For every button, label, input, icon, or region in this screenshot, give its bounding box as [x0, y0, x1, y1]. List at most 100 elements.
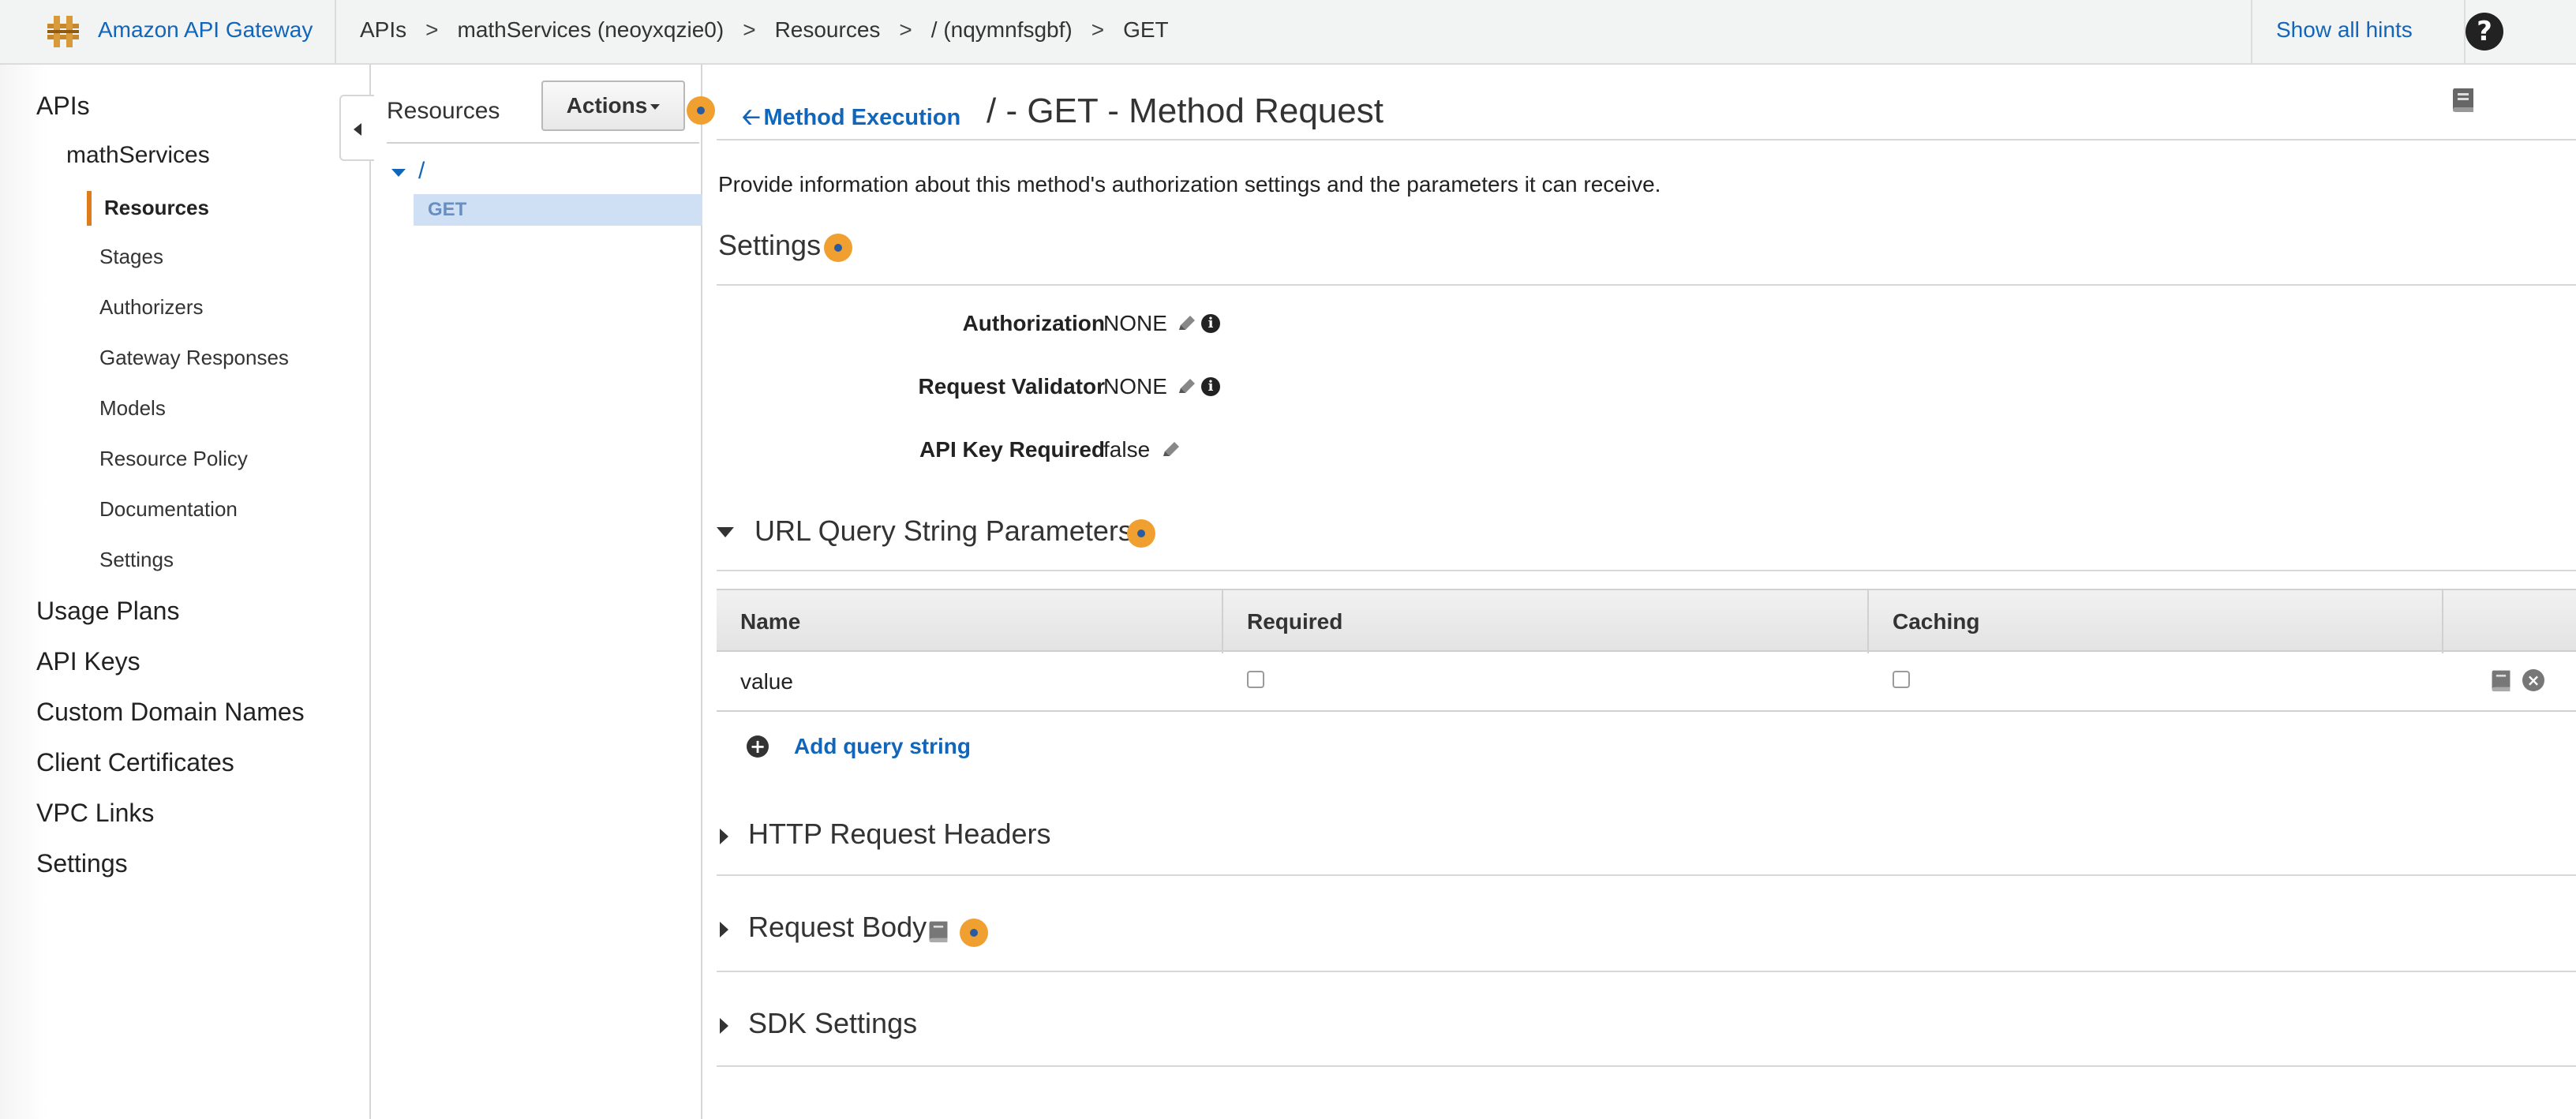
- query-params-hint-icon[interactable]: [1127, 519, 1155, 548]
- authorization-info-icon[interactable]: i: [1201, 314, 1220, 333]
- edit-api-key-pencil-icon[interactable]: [1160, 440, 1181, 461]
- expand-down-icon[interactable]: [391, 169, 406, 177]
- method-execution-label: Method Execution: [763, 105, 961, 130]
- brand-link[interactable]: Amazon API Gateway: [98, 17, 313, 43]
- help-icon[interactable]: ?: [2466, 13, 2503, 51]
- request-body-heading[interactable]: Request Body: [748, 911, 927, 944]
- resources-title: Resources: [387, 98, 500, 124]
- sdk-divider: [717, 1065, 2576, 1067]
- nav-resource-policy[interactable]: Resource Policy: [99, 447, 248, 471]
- edit-authorization-pencil-icon[interactable]: [1176, 314, 1196, 335]
- validator-info-icon[interactable]: i: [1201, 377, 1220, 396]
- column-header-label: Caching: [1893, 609, 1980, 634]
- expand-sdk-settings-icon[interactable]: [720, 1018, 728, 1034]
- nav-settings[interactable]: Settings: [36, 849, 128, 878]
- headers-divider: [717, 874, 2576, 876]
- nav-stages[interactable]: Stages: [99, 245, 163, 269]
- documentation-book-icon[interactable]: [2450, 85, 2477, 114]
- nav-gateway-responses[interactable]: Gateway Responses: [99, 346, 289, 370]
- settings-divider: [717, 284, 2576, 286]
- settings-heading: Settings: [718, 229, 822, 261]
- column-header-required: Required: [1223, 590, 1869, 653]
- request-validator-label: Request Validator: [918, 374, 1105, 399]
- breadcrumb-resource[interactable]: / (nqymnfsgbf): [931, 17, 1073, 43]
- nav-api-mathservices[interactable]: mathServices: [66, 142, 210, 169]
- query-params-divider: [717, 570, 2576, 571]
- main-content: 🡠 Method Execution / - GET - Method Reque…: [702, 65, 2576, 1119]
- breadcrumb-api[interactable]: mathServices (neoyxqzie0): [458, 17, 724, 43]
- page-title: / - GET - Method Request: [987, 92, 1383, 130]
- settings-hint-icon[interactable]: [824, 234, 852, 262]
- breadcrumb-separator: >: [1091, 17, 1105, 42]
- nav-apis[interactable]: APIs: [36, 92, 90, 121]
- body-divider: [717, 971, 2576, 972]
- column-header-name: Name: [717, 590, 1223, 653]
- nav-usage-plans[interactable]: Usage Plans: [36, 597, 179, 626]
- api-key-required-value: false: [1103, 437, 1151, 462]
- param-name: value: [740, 669, 793, 694]
- api-gateway-logo-icon: [47, 16, 79, 47]
- nav-resources[interactable]: Resources: [104, 196, 209, 220]
- brand-area[interactable]: Amazon API Gateway: [0, 0, 336, 63]
- breadcrumb: APIs > mathServices (neoyxqzie0) > Resources…: [360, 17, 1169, 43]
- breadcrumb-resources[interactable]: Resources: [775, 17, 881, 43]
- add-query-string-plus-icon[interactable]: +: [747, 735, 769, 758]
- nav-models[interactable]: Models: [99, 396, 166, 421]
- nav-custom-domain-names[interactable]: Custom Domain Names: [36, 698, 305, 727]
- nav-authorizers[interactable]: Authorizers: [99, 295, 204, 320]
- nav-api-settings[interactable]: Settings: [99, 548, 174, 572]
- method-get-item[interactable]: GET: [414, 194, 702, 226]
- breadcrumb-separator: >: [425, 17, 439, 42]
- resource-tree-panel: Resources Actions / GET: [373, 65, 715, 1119]
- show-all-hints-label: Show all hints: [2276, 17, 2413, 42]
- breadcrumb-separator: >: [743, 17, 756, 42]
- collapse-query-params-icon[interactable]: [717, 527, 734, 537]
- method-get-label: GET: [428, 199, 467, 220]
- column-header-caching: Caching: [1869, 590, 2443, 653]
- resource-root[interactable]: /: [418, 158, 425, 185]
- expand-headers-icon[interactable]: [720, 829, 728, 844]
- sdk-settings-heading[interactable]: SDK Settings: [748, 1007, 917, 1040]
- expand-request-body-icon[interactable]: [720, 922, 728, 937]
- breadcrumb-apis[interactable]: APIs: [360, 17, 406, 43]
- request-validator-value: NONE: [1103, 374, 1167, 399]
- required-checkbox[interactable]: [1247, 671, 1264, 688]
- caret-down-icon: [650, 104, 661, 110]
- request-body-hint-icon[interactable]: [960, 919, 988, 947]
- authorization-value: NONE: [1103, 311, 1167, 335]
- nav-api-keys[interactable]: API Keys: [36, 647, 140, 676]
- arrow-left-icon: 🡠: [742, 103, 761, 130]
- nav-client-certificates[interactable]: Client Certificates: [36, 748, 234, 777]
- request-body-book-icon[interactable]: [927, 919, 950, 944]
- title-divider: [717, 139, 2576, 140]
- http-request-headers-heading[interactable]: HTTP Request Headers: [748, 818, 1051, 851]
- api-key-required-label: API Key Required: [919, 437, 1105, 462]
- query-params-table: Name Required Caching value ×: [717, 589, 2576, 712]
- edit-validator-pencil-icon[interactable]: [1176, 377, 1196, 398]
- divider: [387, 142, 699, 144]
- table-header: Name Required Caching: [717, 589, 2576, 653]
- column-header-label: Required: [1247, 609, 1343, 634]
- add-query-string-link[interactable]: Add query string: [794, 734, 971, 759]
- active-indicator: [87, 191, 92, 226]
- page-description: Provide information about this method's …: [718, 172, 1661, 196]
- param-documentation-book-icon[interactable]: [2489, 668, 2513, 693]
- top-bar: Amazon API Gateway APIs > mathServices (ne…: [0, 0, 2576, 65]
- left-navigation: APIs mathServices Resources Stages Autho…: [0, 65, 371, 1119]
- query-params-heading[interactable]: URL Query String Parameters: [754, 515, 1133, 548]
- collapse-sidebar-button[interactable]: [339, 95, 374, 161]
- column-header-label: Name: [740, 609, 801, 634]
- table-row: value: [717, 652, 1223, 710]
- authorization-label: Authorization: [962, 311, 1105, 335]
- show-all-hints-button[interactable]: Show all hints: [2251, 0, 2466, 63]
- breadcrumb-separator: >: [899, 17, 912, 42]
- method-execution-link[interactable]: 🡠 Method Execution: [742, 101, 960, 140]
- caching-checkbox[interactable]: [1893, 671, 1910, 688]
- nav-vpc-links[interactable]: VPC Links: [36, 799, 154, 828]
- actions-label: Actions: [566, 93, 648, 118]
- actions-dropdown-button[interactable]: Actions: [541, 80, 685, 131]
- breadcrumb-method: GET: [1123, 17, 1169, 42]
- remove-param-close-icon[interactable]: ×: [2522, 669, 2544, 691]
- chevron-left-icon: [354, 123, 361, 136]
- nav-documentation[interactable]: Documentation: [99, 497, 238, 522]
